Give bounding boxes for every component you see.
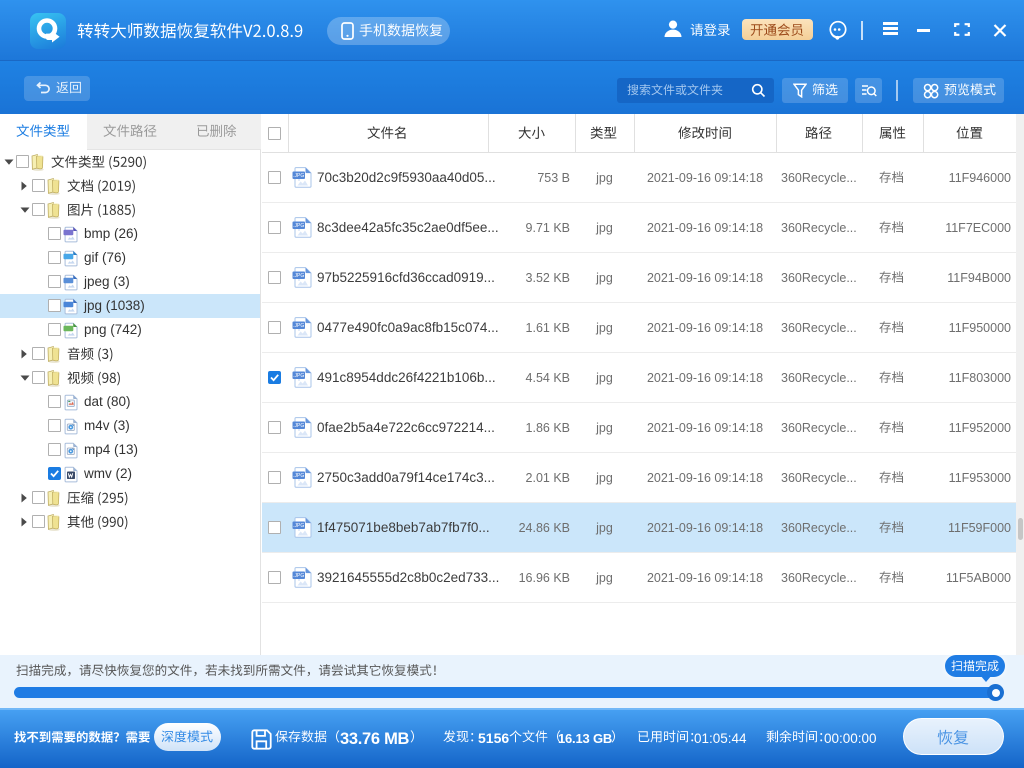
svg-text:.JPG: .JPG bbox=[293, 573, 304, 579]
svg-text:.JPG: .JPG bbox=[293, 473, 304, 479]
svg-text:.JPG: .JPG bbox=[293, 373, 304, 379]
svg-text:.JPG: .JPG bbox=[293, 223, 304, 229]
svg-text:.JPG: .JPG bbox=[293, 523, 304, 529]
svg-text:.JPG: .JPG bbox=[293, 323, 304, 329]
svg-text:.JPG: .JPG bbox=[293, 423, 304, 429]
svg-text:.JPG: .JPG bbox=[293, 273, 304, 279]
svg-text:.JPG: .JPG bbox=[293, 173, 304, 179]
